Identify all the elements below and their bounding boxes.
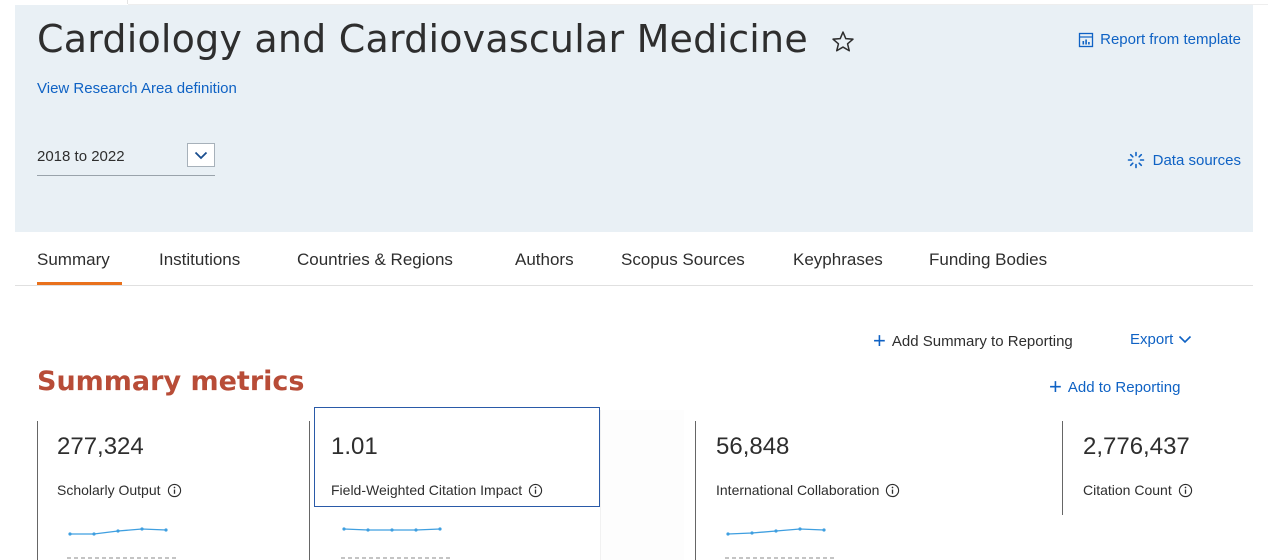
metric-divider	[309, 421, 310, 560]
add-summary-to-reporting-button[interactable]: + Add Summary to Reporting	[873, 330, 1073, 352]
export-button[interactable]: Export	[1130, 331, 1192, 348]
metric-value: 56,848	[716, 433, 790, 460]
report-from-template-label: Report from template	[1100, 31, 1241, 48]
active-tab-indicator	[37, 282, 122, 285]
metric-card-background	[600, 410, 684, 560]
metric-value: 277,324	[57, 433, 144, 460]
period-dropdown-button[interactable]	[187, 143, 215, 167]
info-icon[interactable]	[167, 483, 182, 498]
data-sources-link[interactable]: Data sources	[1127, 151, 1241, 169]
info-icon[interactable]	[1178, 483, 1193, 498]
metric-label-text: Citation Count	[1083, 482, 1172, 498]
report-from-template-link[interactable]: Report from template	[1078, 31, 1241, 48]
metric-citation-count[interactable]: 2,776,437 Citation Count	[1062, 421, 1252, 515]
tab-institutions[interactable]: Institutions	[159, 250, 240, 270]
add-summary-label: Add Summary to Reporting	[891, 332, 1073, 350]
top-rule	[0, 0, 128, 4]
add-to-reporting-label: Add to Reporting	[1067, 378, 1181, 396]
metric-divider	[37, 421, 38, 560]
period-selector[interactable]: 2018 to 2022	[37, 136, 215, 176]
tab-bar: Summary Institutions Countries & Regions…	[15, 232, 1253, 286]
view-definition-link[interactable]: View Research Area definition	[37, 80, 237, 97]
tab-countries-regions[interactable]: Countries & Regions	[297, 250, 453, 270]
metric-value: 2,776,437	[1083, 433, 1190, 460]
chevron-down-icon	[1179, 335, 1192, 344]
section-title: Summary metrics	[37, 366, 305, 397]
tab-keyphrases[interactable]: Keyphrases	[793, 250, 883, 270]
add-to-reporting-button[interactable]: + Add to Reporting	[1049, 376, 1180, 398]
metric-label: Scholarly Output	[57, 482, 182, 498]
page-title: Cardiology and Cardiovascular Medicine	[37, 17, 808, 61]
metric-label-text: International Collaboration	[716, 482, 880, 498]
metric-divider	[695, 421, 696, 560]
metric-label: Citation Count	[1083, 482, 1193, 498]
period-value: 2018 to 2022	[37, 148, 125, 165]
metric-label-text: Scholarly Output	[57, 482, 161, 498]
info-icon[interactable]	[885, 483, 900, 498]
chevron-down-icon	[194, 151, 208, 159]
focus-highlight	[314, 407, 600, 507]
sparkline-chart	[725, 527, 837, 559]
sparkline-chart	[341, 527, 453, 559]
export-label: Export	[1130, 331, 1174, 348]
research-area-header: Cardiology and Cardiovascular Medicine V…	[15, 5, 1253, 232]
star-icon[interactable]	[830, 29, 856, 55]
report-template-icon	[1078, 32, 1094, 47]
metric-international-collaboration[interactable]: 56,848 International Collaboration	[695, 421, 975, 560]
metric-label: International Collaboration	[716, 482, 900, 498]
tab-scopus-sources[interactable]: Scopus Sources	[621, 250, 745, 270]
plus-icon: +	[873, 328, 886, 353]
tab-summary[interactable]: Summary	[37, 250, 110, 270]
tab-funding-bodies[interactable]: Funding Bodies	[929, 250, 1047, 270]
data-sources-icon	[1127, 151, 1144, 169]
metric-scholarly-output[interactable]: 277,324 Scholarly Output	[37, 421, 297, 560]
data-sources-label: Data sources	[1152, 151, 1241, 169]
tab-authors[interactable]: Authors	[515, 250, 574, 270]
sparkline-chart	[67, 527, 179, 559]
metric-divider	[1062, 421, 1063, 515]
plus-icon: +	[1049, 374, 1062, 399]
